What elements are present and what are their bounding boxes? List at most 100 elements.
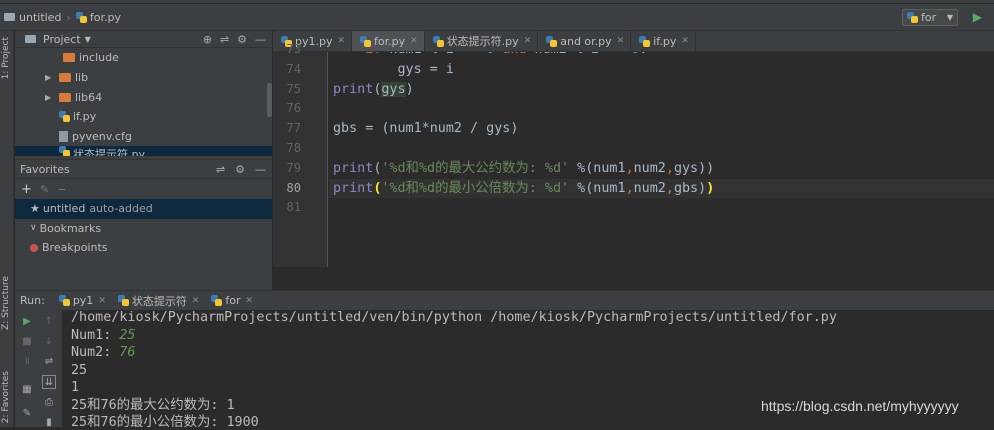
favorites-item-untitled[interactable]: ★ untitled auto-added: [15, 199, 272, 219]
editor-empty-area: [273, 267, 994, 290]
tab-label: and or.py: [560, 34, 612, 48]
tree-item-lib64[interactable]: ▶ lib64: [15, 87, 272, 107]
expand-arrow-icon[interactable]: ▶: [45, 73, 53, 82]
close-icon[interactable]: ✕: [681, 36, 689, 46]
console-line: Num2: 76: [71, 344, 994, 362]
breakpoint-icon: [30, 243, 38, 252]
close-icon[interactable]: ✕: [617, 36, 625, 46]
line-number: 78: [286, 140, 301, 155]
python-file-icon: [907, 12, 918, 23]
favorites-item-bookmarks[interactable]: ∨ Bookmarks: [15, 219, 272, 239]
code-line: gbs = (num1*num2 / gys): [333, 121, 519, 137]
tab-for[interactable]: for.py ✕: [352, 31, 425, 51]
run-tab-for[interactable]: for ✕: [211, 294, 253, 307]
python-file-icon: [58, 295, 70, 306]
tree-item-label: if.py: [73, 110, 97, 124]
run-tab-label: for: [225, 294, 241, 307]
console-input: 76: [119, 345, 136, 360]
run-toolbar: ▶ ↑ ■ ↓ ॥ ⇌ ⇊ ▦ ⎙ ✎ ▮: [15, 310, 62, 430]
breadcrumb-project[interactable]: untitled: [19, 11, 61, 24]
left-tool-window-bar: 1: Project Z: Structure 2: Favorites: [0, 31, 14, 427]
tab-label: 状态提示符.py: [446, 35, 519, 48]
pin-icon[interactable]: ✎: [20, 407, 34, 421]
config-file-icon: [59, 131, 68, 143]
expand-arrow-icon[interactable]: ▶: [45, 93, 53, 102]
console-prompt: Num1:: [71, 327, 120, 343]
breadcrumb: untitled › for.py: [0, 11, 121, 24]
star-icon: ★: [30, 202, 40, 216]
layout-icon[interactable]: ▦: [20, 383, 34, 397]
scroll-to-end-icon[interactable]: ⇊: [42, 375, 56, 389]
tab-label: for.py: [374, 34, 406, 48]
console-line: Num1: 25: [71, 327, 994, 345]
tree-item-lib[interactable]: ▶ lib: [15, 68, 272, 88]
run-tab-py1[interactable]: py1 ✕: [58, 294, 106, 307]
pause-icon[interactable]: ॥: [20, 355, 34, 369]
close-icon[interactable]: ✕: [410, 36, 418, 46]
tab-label: if.py: [653, 34, 677, 48]
code-line-current: print('%d和%d的最小公倍数为: %d' %(num1,num2,gbs…: [329, 178, 994, 199]
favorites-toolbar: + ✎ −: [15, 179, 272, 199]
tool-tab-favorites[interactable]: 2: Favorites: [1, 371, 11, 423]
split-icon[interactable]: ⇌: [216, 163, 225, 176]
rerun-icon[interactable]: ▶: [20, 315, 34, 329]
tree-item-pyvenv-cfg[interactable]: pyvenv.cfg: [15, 127, 272, 147]
scroll-up-icon[interactable]: ↑: [42, 315, 56, 329]
close-icon[interactable]: ✕: [98, 296, 106, 306]
console-command: /home/kiosk/PycharmProjects/untitled/ven…: [71, 310, 837, 325]
gear-icon[interactable]: ⚙: [235, 163, 245, 176]
print-icon[interactable]: ⎙: [42, 396, 56, 410]
locate-icon[interactable]: ⊕: [203, 33, 212, 46]
edit-icon[interactable]: ✎: [40, 183, 49, 196]
code-line: print('%d和%d的最大公约数为: %d' %(num1,num2,gys…: [333, 160, 715, 176]
project-panel-title[interactable]: Project: [43, 33, 81, 46]
bookmark-icon: ∨: [30, 223, 37, 234]
scroll-down-icon[interactable]: ↓: [42, 335, 56, 349]
minimize-icon[interactable]: —: [255, 33, 266, 46]
collapse-icon[interactable]: ⇌: [220, 33, 229, 46]
close-icon[interactable]: ✕: [337, 36, 345, 46]
favorites-item-suffix: auto-added: [89, 202, 153, 216]
navigation-bar: untitled › for.py for ▼ ▶: [0, 4, 994, 31]
tool-tab-structure[interactable]: Z: Structure: [1, 276, 11, 330]
delete-icon[interactable]: ▮: [42, 416, 56, 430]
run-tab-label: py1: [72, 294, 94, 307]
line-number-current: 80: [286, 180, 301, 195]
run-icon[interactable]: ▶: [973, 10, 982, 24]
tree-item-if-py[interactable]: if.py: [15, 107, 272, 127]
favorites-item-label: Breakpoints: [42, 241, 108, 255]
gear-icon[interactable]: ⚙: [237, 33, 247, 46]
close-icon[interactable]: ✕: [192, 296, 200, 306]
tree-item-status-py[interactable]: 状态提示符.py: [15, 146, 272, 157]
close-icon[interactable]: ✕: [246, 296, 254, 306]
console-output: 25: [71, 362, 88, 378]
tree-item-label: lib64: [75, 90, 103, 104]
tree-item-label: include: [79, 51, 119, 65]
minimize-icon[interactable]: —: [255, 163, 266, 176]
tab-status-prompt[interactable]: 状态提示符.py ✕: [425, 31, 539, 51]
breadcrumb-file[interactable]: for.py: [90, 11, 121, 24]
tree-item-include[interactable]: include: [15, 48, 272, 68]
run-configuration-select[interactable]: for ▼: [902, 9, 958, 26]
code-editor[interactable]: if num1 % i == 0 and num2 % i == 0: gys …: [329, 52, 994, 267]
line-number-gutter: 73 74 75 76 77 78 79 80 81: [273, 42, 328, 267]
chevron-down-icon[interactable]: ▼: [85, 35, 91, 44]
tab-and-or[interactable]: and or.py ✕: [538, 31, 632, 51]
tab-if[interactable]: if.py ✕: [631, 31, 696, 51]
tool-tab-project[interactable]: 1: Project: [1, 37, 11, 79]
line-number: 74: [286, 61, 301, 76]
project-scrollbar[interactable]: [267, 83, 272, 117]
remove-icon[interactable]: −: [57, 183, 66, 196]
run-tab-status-prompt[interactable]: 状态提示符 ✕: [117, 293, 200, 309]
line-number: 75: [286, 81, 301, 96]
close-icon[interactable]: ✕: [524, 36, 532, 46]
add-icon[interactable]: +: [21, 182, 32, 197]
console-output: 25和76的最小公倍数为: 1900: [71, 415, 259, 427]
project-icon: [25, 35, 36, 43]
favorites-item-breakpoints[interactable]: Breakpoints: [15, 238, 272, 258]
run-panel-label: Run:: [20, 294, 45, 307]
soft-wrap-icon[interactable]: ⇌: [42, 355, 56, 369]
stop-icon[interactable]: ■: [20, 335, 34, 349]
watermark: https://blog.csdn.net/myhyyyyyy: [761, 398, 959, 414]
